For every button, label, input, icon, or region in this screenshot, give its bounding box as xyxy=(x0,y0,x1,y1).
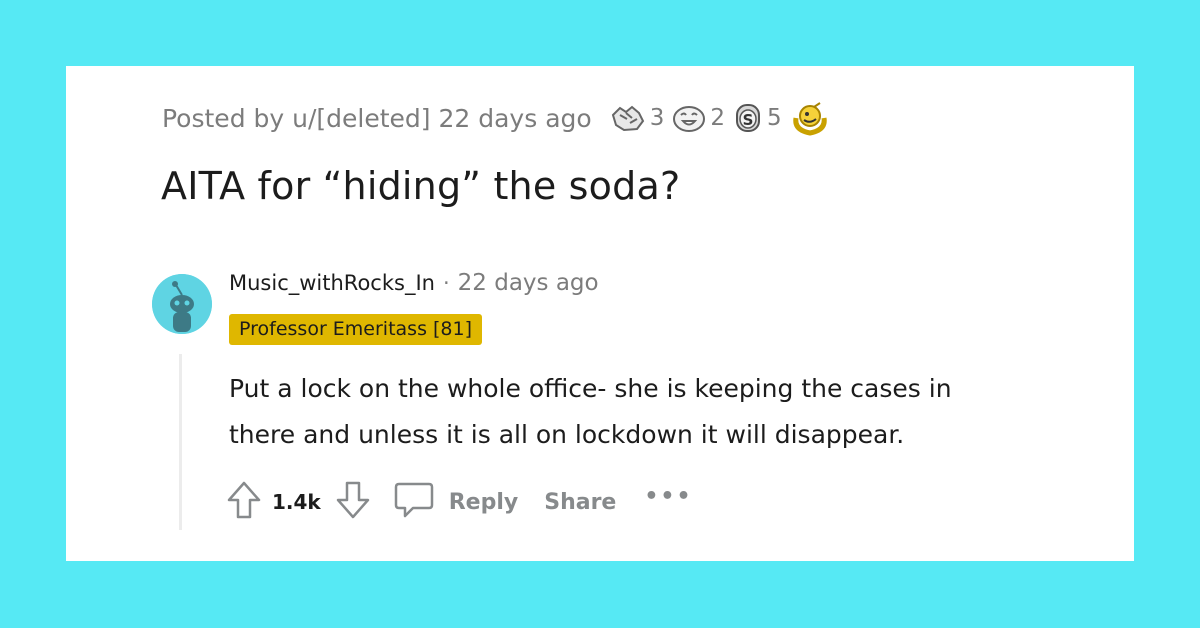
award-1[interactable]: 3 xyxy=(610,103,665,133)
comment-body: Put a lock on the whole office- she is k… xyxy=(229,366,1109,458)
fist-bump-award-icon xyxy=(610,103,646,133)
award-count: 3 xyxy=(649,105,665,131)
laughing-face-award-icon xyxy=(672,103,706,133)
separator-dot: · xyxy=(442,271,450,295)
comment-time[interactable]: 22 days ago xyxy=(458,270,599,296)
post-time: 22 days ago xyxy=(438,103,592,133)
comment-header: Music_withRocks_In · 22 days ago xyxy=(229,270,599,296)
avatar[interactable] xyxy=(152,274,212,334)
award-4[interactable] xyxy=(790,100,834,136)
upvote-button[interactable] xyxy=(226,480,262,524)
thread-line[interactable] xyxy=(179,354,182,530)
downvote-button[interactable] xyxy=(335,480,371,524)
downvote-arrow-icon xyxy=(335,480,371,524)
comment-line: there and unless it is all on lockdown i… xyxy=(229,420,905,449)
gold-wreath-award-icon xyxy=(790,100,830,136)
posted-by[interactable]: Posted by u/[deleted] xyxy=(162,104,431,133)
user-flair: Professor Emeritass [81] xyxy=(229,314,483,345)
award-count: 2 xyxy=(710,105,725,131)
awards-row[interactable]: 3 2 S 5 xyxy=(610,100,842,136)
comment-actions: 1.4k Reply Share ••• xyxy=(226,480,693,524)
reply-button[interactable]: Reply xyxy=(393,480,519,524)
post-meta: Posted by u/[deleted] 22 days ago 3 2 S … xyxy=(162,100,842,136)
snoo-avatar-icon xyxy=(152,274,212,334)
vote-score: 1.4k xyxy=(272,490,321,514)
comment-line: Put a lock on the whole office- she is k… xyxy=(229,374,952,403)
comment-author[interactable]: Music_withRocks_In xyxy=(229,271,435,295)
comment-bubble-icon xyxy=(393,480,435,524)
more-options-button[interactable]: ••• xyxy=(644,484,692,509)
svg-text:S: S xyxy=(743,111,754,129)
award-count: 5 xyxy=(766,105,782,131)
award-3[interactable]: S 5 xyxy=(733,102,782,134)
award-2[interactable]: 2 xyxy=(672,103,725,133)
upvote-arrow-icon xyxy=(226,480,262,524)
reply-label: Reply xyxy=(448,489,519,515)
post-card: Posted by u/[deleted] 22 days ago 3 2 S … xyxy=(66,66,1134,561)
silver-coin-award-icon: S xyxy=(733,102,763,134)
share-button[interactable]: Share xyxy=(544,490,616,515)
post-title[interactable]: AITA for “hiding” the soda? xyxy=(161,164,680,208)
